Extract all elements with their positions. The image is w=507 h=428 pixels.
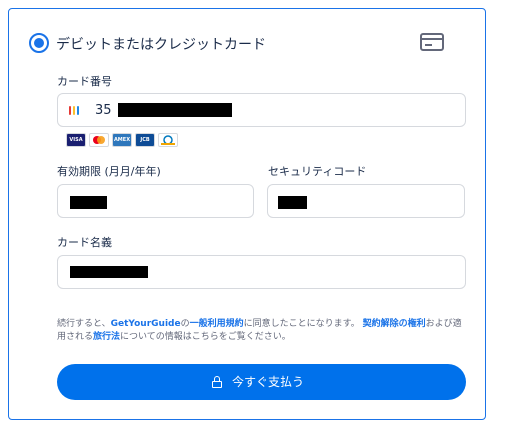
- mastercard-icon: [89, 133, 109, 147]
- lock-icon: [212, 376, 222, 388]
- terms-text-1: 続行すると、: [57, 319, 111, 329]
- jcb-icon: JCB: [135, 133, 155, 147]
- visa-icon: VISA: [66, 133, 86, 147]
- payment-panel: デビットまたはクレジットカード カード番号 35 VISA AMEX JCB 有…: [8, 8, 486, 420]
- terms-notice: 続行すると、GetYourGuideの一般利用規約に同意したことになります。 契…: [57, 318, 469, 344]
- cardholder-name-input[interactable]: [57, 255, 466, 289]
- expiry-input[interactable]: [57, 184, 254, 218]
- travel-law-link[interactable]: 旅行法: [93, 332, 120, 342]
- security-code-redaction: [278, 196, 307, 209]
- payment-method-radio[interactable]: [29, 33, 49, 53]
- diners-club-icon: [158, 133, 178, 147]
- payment-method-option[interactable]: デビットまたはクレジットカード: [29, 31, 449, 55]
- terms-text-2: の: [180, 319, 190, 329]
- security-code-input[interactable]: [267, 184, 465, 218]
- cardholder-name-label: カード名義: [57, 236, 112, 249]
- card-number-label: カード番号: [57, 75, 112, 88]
- getyourguide-link[interactable]: GetYourGuide: [111, 319, 181, 329]
- amex-icon: AMEX: [112, 133, 132, 147]
- expiry-label: 有効期限 (月月/年年): [57, 165, 161, 178]
- pay-now-button[interactable]: 今すぐ支払う: [57, 364, 466, 400]
- pay-now-label: 今すぐ支払う: [232, 375, 305, 389]
- cardholder-name-redaction: [70, 266, 148, 278]
- expiry-redaction: [70, 196, 107, 209]
- card-number-input[interactable]: 35: [57, 93, 466, 127]
- security-code-label: セキュリティコード: [268, 165, 367, 178]
- card-number-icon: [68, 104, 82, 118]
- terms-text-5: についての情報はこちらをご覧ください。: [120, 332, 291, 342]
- card-number-value: 35: [95, 103, 112, 118]
- card-number-redaction: [118, 103, 232, 117]
- payment-method-label: デビットまたはクレジットカード: [56, 37, 266, 53]
- terms-of-use-link[interactable]: 一般利用規約: [190, 319, 244, 329]
- cancellation-rights-link[interactable]: 契約解除の権利: [363, 319, 426, 329]
- terms-text-3: に同意したことになります。: [243, 319, 360, 329]
- credit-card-icon: [420, 33, 444, 51]
